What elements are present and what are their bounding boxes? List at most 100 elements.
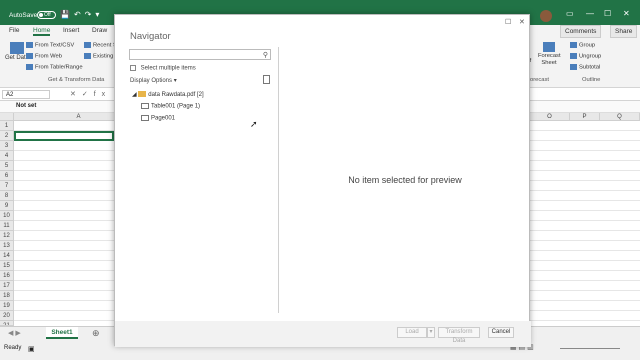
column-header-q[interactable]: Q (600, 113, 640, 121)
chevron-down-icon: ▾ (173, 78, 177, 84)
folder-icon (138, 91, 147, 98)
row-header[interactable]: 19 (0, 301, 14, 311)
sensitivity-label: Not set (16, 103, 37, 109)
load-button[interactable]: Load (397, 327, 427, 338)
close-icon[interactable]: ✕ (623, 9, 630, 18)
comments-button[interactable]: Comments (560, 25, 602, 38)
subtotal-label: Subtotal (579, 64, 601, 71)
row-header[interactable]: 16 (0, 271, 14, 281)
group-label-get-transform: Get & Transform Data (48, 77, 105, 83)
tree-item-label: Page001 (151, 115, 176, 122)
transform-data-button[interactable]: Transform Data (438, 327, 480, 344)
select-all-corner[interactable] (0, 113, 14, 121)
load-dropdown-button[interactable]: ▾ (427, 327, 435, 338)
row-header[interactable]: 10 (0, 211, 14, 221)
maximize-icon[interactable]: ☐ (604, 9, 611, 18)
subtotal-icon (570, 64, 577, 70)
row-header[interactable]: 15 (0, 261, 14, 271)
row-header[interactable]: 13 (0, 241, 14, 251)
group-button[interactable]: Group (570, 42, 595, 49)
checkbox-icon[interactable] (130, 65, 136, 71)
row-header[interactable]: 18 (0, 291, 14, 301)
close-dialog-icon[interactable]: ✕ (519, 18, 525, 26)
preview-message: No item selected for preview (348, 175, 462, 185)
connection-icon (84, 53, 91, 59)
tree-item-source[interactable]: ◢ data Rawdata.pdf [2] (132, 91, 204, 98)
search-icon[interactable]: ⚲ (263, 51, 268, 59)
refresh-icon[interactable] (263, 75, 270, 84)
load-label: Load (405, 329, 419, 335)
display-options-dropdown[interactable]: Display Options ▾ (130, 77, 177, 84)
row-header[interactable]: 12 (0, 231, 14, 241)
table-icon (141, 103, 149, 109)
avatar[interactable] (540, 10, 552, 22)
tree-item-table001[interactable]: Table001 (Page 1) (141, 103, 200, 110)
row-header[interactable]: 14 (0, 251, 14, 261)
from-web-button[interactable]: From Web (26, 53, 62, 60)
from-text-csv-button[interactable]: From Text/CSV (26, 42, 74, 49)
group-icon (570, 42, 577, 48)
mouse-cursor-icon: ➚ (250, 119, 258, 129)
existing-connections-button[interactable]: Existing (84, 53, 113, 60)
tree-item-label: data Rawdata.pdf [2] (148, 92, 204, 98)
tree-item-page001[interactable]: Page001 (141, 115, 175, 122)
text-file-icon (26, 42, 33, 48)
share-button[interactable]: Share (610, 25, 638, 38)
recent-icon (84, 42, 91, 48)
tab-home[interactable]: Home (33, 27, 51, 36)
subtotal-button[interactable]: Subtotal (570, 64, 600, 71)
database-icon (10, 42, 24, 54)
formula-icons[interactable]: ✕✓fx (70, 90, 111, 98)
group-label: Group (579, 42, 596, 49)
ungroup-icon (570, 53, 577, 59)
page-icon (141, 115, 149, 121)
maximize-dialog-icon[interactable]: ☐ (505, 18, 511, 26)
status-ready: Ready (4, 345, 22, 351)
tab-insert[interactable]: Insert (63, 27, 79, 34)
sheet-nav-icons[interactable]: ◀ ▶ (8, 329, 21, 337)
row-header[interactable]: 3 (0, 141, 14, 151)
column-header-o[interactable]: O (530, 113, 570, 121)
name-box[interactable]: A2 (2, 90, 50, 99)
ribbon-display-icon[interactable]: ▭ (566, 9, 574, 18)
minimize-icon[interactable]: — (586, 9, 594, 18)
add-sheet-icon[interactable]: ⊕ (92, 328, 100, 339)
selected-cell[interactable] (14, 131, 114, 141)
navigator-dialog: ☐ ✕ Navigator ⚲ Select multiple items Di… (114, 14, 531, 347)
web-icon (26, 53, 33, 59)
row-header[interactable]: 1 (0, 121, 14, 131)
forecast-sheet-button[interactable]: Forecast Sheet (538, 42, 561, 67)
row-header[interactable]: 17 (0, 281, 14, 291)
autosave-label: AutoSave (9, 12, 38, 19)
row-header[interactable]: 6 (0, 171, 14, 181)
forecast-icon (543, 42, 555, 52)
sheet-tab-sheet1[interactable]: Sheet1 (46, 327, 78, 339)
tab-draw[interactable]: Draw (92, 27, 107, 34)
search-input[interactable]: ⚲ (129, 49, 271, 60)
select-multiple-checkbox[interactable]: Select multiple items (130, 65, 196, 72)
quick-access-toolbar[interactable]: 💾↶↷▾ (60, 10, 103, 19)
from-table-range-button[interactable]: From Table/Range (26, 64, 83, 71)
existing-label: Existing (93, 53, 114, 60)
group-label-forecast: orecast (530, 77, 550, 83)
row-header[interactable]: 11 (0, 221, 14, 231)
row-header[interactable]: 4 (0, 151, 14, 161)
tree-item-label: Table001 (Page 1) (151, 103, 201, 110)
autosave-toggle[interactable]: Off (37, 11, 56, 19)
recent-sources-button[interactable]: Recent S (84, 42, 117, 49)
zoom-slider[interactable] (560, 348, 620, 349)
row-header[interactable]: 5 (0, 161, 14, 171)
ungroup-button[interactable]: Ungroup (570, 53, 601, 60)
from-web-label: From Web (35, 53, 62, 60)
row-header[interactable]: 9 (0, 201, 14, 211)
row-header[interactable]: 20 (0, 311, 14, 321)
row-header[interactable]: 2 (0, 131, 14, 141)
row-header[interactable]: 8 (0, 191, 14, 201)
column-header-p[interactable]: P (570, 113, 600, 121)
tab-file[interactable]: File (9, 27, 19, 34)
row-header[interactable]: 7 (0, 181, 14, 191)
macro-record-icon[interactable]: ▣ (28, 345, 35, 353)
from-text-csv-label: From Text/CSV (35, 42, 75, 49)
cancel-button[interactable]: Cancel (488, 327, 514, 338)
display-options-label: Display Options (130, 78, 173, 84)
